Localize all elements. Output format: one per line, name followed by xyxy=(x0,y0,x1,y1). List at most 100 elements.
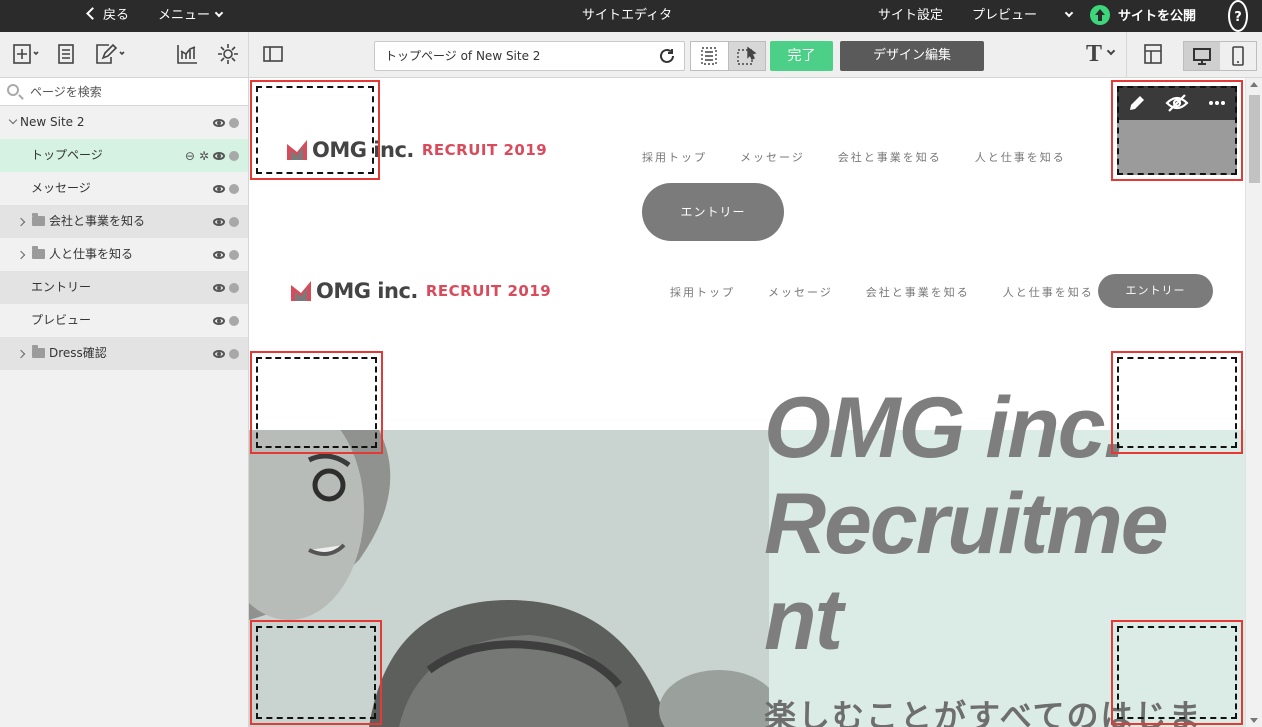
entry-button[interactable]: エントリー xyxy=(1098,274,1213,308)
mobile-view-button[interactable] xyxy=(1220,42,1256,70)
search-icon xyxy=(7,84,19,96)
page-list-button[interactable] xyxy=(54,41,78,67)
nav-link[interactable]: メッセージ xyxy=(740,149,805,165)
tree-item-dress[interactable]: Dress確認 xyxy=(0,337,248,370)
divider xyxy=(1126,32,1127,78)
upload-icon xyxy=(1090,5,1110,25)
scroll-thumb[interactable] xyxy=(1249,95,1260,183)
editable-slot[interactable] xyxy=(250,80,380,180)
nav-link[interactable]: 人と仕事を知る xyxy=(975,149,1066,165)
visibility-icon[interactable] xyxy=(213,151,225,160)
logo-mark-icon xyxy=(291,281,311,301)
scroll-down-icon[interactable] xyxy=(1250,718,1258,723)
chevron-right-icon[interactable] xyxy=(16,250,26,260)
page-url-field[interactable]: トップページ of New Site 2 xyxy=(374,41,685,71)
status-dot-icon xyxy=(229,249,239,260)
page-edit-button[interactable] xyxy=(94,41,128,67)
desktop-icon xyxy=(1193,48,1211,65)
tree-item-site-root[interactable]: New Site 2 xyxy=(0,106,248,139)
done-button[interactable]: 完了 xyxy=(770,41,833,71)
edit-page-icon xyxy=(96,43,125,64)
status-dot-icon xyxy=(229,117,239,128)
menu-button[interactable]: メニュー xyxy=(158,0,224,32)
editable-slot[interactable] xyxy=(1111,620,1243,725)
visibility-icon[interactable] xyxy=(213,250,225,259)
slot-action-bar xyxy=(1117,86,1237,120)
tree-item-entry[interactable]: エントリー xyxy=(0,271,248,304)
scroll-up-icon[interactable] xyxy=(1250,82,1258,87)
page-tree-sidebar: ページを検索 New Site 2 トップページ ⊖ ✲ メッセージ 会社と事業… xyxy=(0,78,249,727)
site-nav: 採用トップ メッセージ 会社と事業を知る 人と仕事を知る xyxy=(642,149,1099,165)
site-settings-button[interactable]: サイト設定 xyxy=(878,0,943,32)
selection-mode-toggle xyxy=(690,41,766,71)
preview-dropdown-toggle[interactable] xyxy=(1060,0,1074,32)
design-edit-button[interactable]: デザイン編集 xyxy=(840,41,984,71)
chevron-right-icon[interactable] xyxy=(16,349,26,359)
editable-slot[interactable] xyxy=(1111,351,1243,454)
tree-item-company[interactable]: 会社と事業を知る xyxy=(0,205,248,238)
site-logo[interactable]: OMG inc. RECRUIT 2019 xyxy=(291,279,551,303)
text-style-button[interactable]: T xyxy=(1084,41,1116,67)
editor-toolbar: トップページ of New Site 2 完了 デザイン編集 T xyxy=(0,32,1262,78)
editable-slot[interactable] xyxy=(250,620,382,725)
add-page-icon xyxy=(13,44,39,64)
settings-button[interactable] xyxy=(215,41,241,67)
preview-button[interactable]: プレビュー xyxy=(972,0,1037,32)
element-select-icon xyxy=(737,46,757,65)
help-button[interactable]: ? xyxy=(1228,0,1248,32)
more-options-icon[interactable]: ⊖ xyxy=(185,150,195,162)
tree-item-message[interactable]: メッセージ xyxy=(0,172,248,205)
chart-icon xyxy=(177,45,197,64)
publish-button[interactable]: サイトを公開 xyxy=(1090,0,1196,32)
more-icon[interactable] xyxy=(1206,92,1228,114)
nav-link[interactable]: 人と仕事を知る xyxy=(1003,284,1094,300)
status-dot-icon xyxy=(229,282,239,293)
tree-item-top-page[interactable]: トップページ ⊖ ✲ xyxy=(0,139,248,172)
layout-icon xyxy=(1144,44,1162,64)
visibility-icon[interactable] xyxy=(213,349,225,358)
analytics-button[interactable] xyxy=(174,41,200,67)
editable-slot[interactable] xyxy=(250,351,383,454)
nav-link[interactable]: 会社と事業を知る xyxy=(838,149,942,165)
visibility-icon[interactable] xyxy=(213,217,225,226)
chevron-down-icon[interactable] xyxy=(8,115,18,125)
visibility-icon[interactable] xyxy=(213,118,225,127)
visibility-icon[interactable] xyxy=(213,316,225,325)
back-button[interactable]: 戻る xyxy=(86,0,129,32)
nav-link[interactable]: 会社と事業を知る xyxy=(866,284,970,300)
nav-link[interactable]: 採用トップ xyxy=(642,149,707,165)
chevron-left-icon xyxy=(86,7,99,20)
status-dot-icon xyxy=(229,315,239,326)
toggle-sidebar-button[interactable] xyxy=(260,41,286,67)
editable-slot-selected[interactable] xyxy=(1111,80,1243,181)
status-dot-icon xyxy=(229,183,239,194)
gear-icon xyxy=(218,44,238,64)
block-select-button[interactable] xyxy=(691,42,728,70)
mobile-icon xyxy=(1232,46,1244,66)
divider xyxy=(248,32,249,78)
nav-link[interactable]: メッセージ xyxy=(768,284,833,300)
tree-item-preview[interactable]: プレビュー xyxy=(0,304,248,337)
hero-title[interactable]: OMG inc. Recruitme nt xyxy=(764,380,1169,668)
refresh-button[interactable] xyxy=(658,47,676,75)
visibility-icon[interactable] xyxy=(213,184,225,193)
add-page-button[interactable] xyxy=(10,41,42,67)
element-select-button[interactable] xyxy=(727,42,765,70)
site-canvas: OMG inc. RECRUIT 2019 採用トップ メッセージ 会社と事業を… xyxy=(249,78,1245,727)
top-bar: 戻る メニュー サイトエディタ サイト設定 プレビュー サイトを公開 ? xyxy=(0,0,1262,32)
block-select-icon xyxy=(701,47,718,65)
tree-item-people[interactable]: 人と仕事を知る xyxy=(0,238,248,271)
entry-button[interactable]: エントリー xyxy=(642,183,784,241)
pencil-icon[interactable] xyxy=(1126,92,1148,114)
chevron-right-icon[interactable] xyxy=(16,217,26,227)
visibility-icon[interactable] xyxy=(213,283,225,292)
gear-icon[interactable]: ✲ xyxy=(199,150,209,162)
hide-icon[interactable] xyxy=(1165,92,1189,114)
page-search-input[interactable]: ページを検索 xyxy=(0,78,248,106)
desktop-view-button[interactable] xyxy=(1184,42,1220,70)
device-toggle xyxy=(1183,41,1257,71)
layout-button[interactable] xyxy=(1140,41,1166,67)
canvas-scrollbar[interactable] xyxy=(1245,78,1262,727)
folder-icon xyxy=(32,345,45,358)
nav-link[interactable]: 採用トップ xyxy=(670,284,735,300)
